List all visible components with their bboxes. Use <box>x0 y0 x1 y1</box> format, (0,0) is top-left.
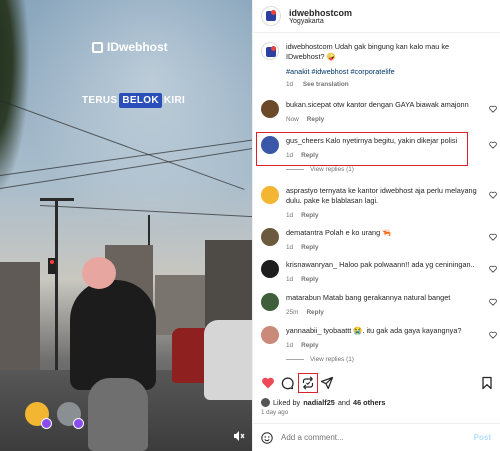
like-comment-icon[interactable] <box>489 331 497 339</box>
comment-age: 1d <box>286 244 294 251</box>
comment-avatar[interactable] <box>261 186 279 204</box>
comment-text: Polah e ko urang 🦐 <box>324 228 392 237</box>
comment-username[interactable]: gus_cheers <box>286 136 324 145</box>
comment-avatar[interactable] <box>261 326 279 344</box>
comment-text: tyobaattt 😭. itu gak ada gaya kayangnya? <box>323 326 462 335</box>
caption-avatar[interactable] <box>261 42 279 60</box>
reply-button[interactable]: Reply <box>301 244 318 251</box>
tagged-badge-icon <box>73 418 84 429</box>
view-replies-button[interactable]: View replies (1) <box>286 166 354 173</box>
like-comment-icon[interactable] <box>489 233 497 241</box>
liker-avatar[interactable] <box>261 398 270 407</box>
view-replies-button[interactable]: View replies (1) <box>286 356 354 363</box>
video-trees <box>0 0 30 200</box>
caption-username[interactable]: idwebhostcom <box>286 42 333 51</box>
like-comment-icon[interactable] <box>489 191 497 199</box>
comment-icon[interactable] <box>280 376 294 390</box>
post-location[interactable]: Yogyakarta <box>289 18 352 25</box>
comments-panel: idwebhostcom Yogyakarta idwebhostcom Uda… <box>252 0 500 451</box>
video-player[interactable]: IDwebhost TERUS BELOK KIRI <box>0 0 252 451</box>
brand-logo-icon <box>92 41 103 53</box>
reply-button[interactable]: Reply <box>307 116 324 123</box>
video-building <box>0 262 40 372</box>
comment-age: 1d <box>286 212 294 219</box>
reply-button[interactable]: Reply <box>301 212 318 219</box>
add-comment-bar: Add a comment... Post <box>253 423 500 451</box>
heart-icon[interactable] <box>261 376 275 390</box>
video-caption: TERUS BELOK KIRI <box>82 93 185 108</box>
reply-button[interactable]: Reply <box>306 309 323 316</box>
bookmark-icon[interactable] <box>480 376 494 390</box>
video-pole <box>55 200 58 380</box>
likes-prefix: Liked by <box>273 398 301 407</box>
caption-age: 1d <box>286 81 294 88</box>
action-bar <box>253 372 500 396</box>
post-button[interactable]: Post <box>474 433 491 442</box>
comment-avatar[interactable] <box>261 293 279 311</box>
comment-avatar[interactable] <box>261 100 279 118</box>
view-replies-label[interactable]: View replies (1) <box>310 356 354 363</box>
caption-post: KIRI <box>163 95 186 106</box>
caption-hashtags[interactable]: #anakit #idwebhost #corporatelife <box>286 67 480 77</box>
post-age: 1 day ago <box>261 409 289 416</box>
video-scooter <box>88 378 148 451</box>
share-icon[interactable] <box>320 376 334 390</box>
video-sky <box>0 0 252 260</box>
liker-username[interactable]: nadialf25 <box>303 398 335 407</box>
mute-icon[interactable] <box>233 430 245 442</box>
comment-input[interactable]: Add a comment... <box>281 433 344 442</box>
reply-button[interactable]: Reply <box>301 152 318 159</box>
likes-mid: and <box>337 398 351 407</box>
like-comment-icon[interactable] <box>489 265 497 273</box>
comment-username[interactable]: yannaabii_ <box>286 326 321 335</box>
comment-text: Haloo pak polwaann!! ada yg ceniningan.. <box>339 260 475 269</box>
likes-others[interactable]: 46 others <box>353 398 385 407</box>
video-building <box>155 275 205 335</box>
like-comment-icon[interactable] <box>489 298 497 306</box>
caption-highlight: BELOK <box>119 93 162 108</box>
reply-button[interactable]: Reply <box>301 342 318 349</box>
likes-summary: Liked by nadialf25 and 46 others <box>261 398 385 407</box>
video-pole <box>40 198 74 201</box>
view-replies-label[interactable]: View replies (1) <box>310 166 354 173</box>
comment-username[interactable]: asprastyo <box>286 186 318 195</box>
comment-age: Now <box>286 116 299 123</box>
comment-username[interactable]: matarabun <box>286 293 321 302</box>
comment-age: 1d <box>286 342 294 349</box>
comment-age: 1d <box>286 152 294 159</box>
traffic-light <box>48 258 56 274</box>
like-comment-icon[interactable] <box>489 141 497 149</box>
comment-text: Matab bang gerakannya natural banget <box>322 293 451 302</box>
reply-button[interactable]: Reply <box>301 276 318 283</box>
smile-icon[interactable] <box>261 432 273 444</box>
tagged-badge-icon <box>41 418 52 429</box>
video-car <box>204 320 252 400</box>
comment-avatar[interactable] <box>261 228 279 246</box>
comment-username[interactable]: dematantra <box>286 228 323 237</box>
comment-avatar[interactable] <box>261 136 279 154</box>
video-helmet <box>82 257 116 289</box>
replies-line <box>286 169 304 170</box>
video-building <box>205 240 252 330</box>
comment-text: otw kantor dengan GAYA biawak amajonn <box>333 100 469 109</box>
comment-text: Kalo nyetirnya begitu, yakin dikejar pol… <box>325 136 458 145</box>
tagged-user-avatar[interactable] <box>25 402 52 429</box>
comment-username[interactable]: bukan.sicepat <box>286 100 331 109</box>
profile-avatar[interactable] <box>261 6 281 26</box>
comment-age: 1d <box>286 276 294 283</box>
video-watermark: IDwebhost <box>92 40 168 54</box>
comment-avatar[interactable] <box>261 260 279 278</box>
see-translation-link[interactable]: See translation <box>303 81 349 88</box>
post-username[interactable]: idwebhostcom <box>289 8 352 18</box>
replies-line <box>286 359 304 360</box>
repost-icon[interactable] <box>301 376 315 390</box>
video-rider <box>70 280 156 390</box>
tagged-user-avatar[interactable] <box>57 402 84 429</box>
post-header: idwebhostcom Yogyakarta <box>253 0 500 33</box>
comment-age: 25m <box>286 309 299 316</box>
like-comment-icon[interactable] <box>489 105 497 113</box>
caption-pre: TERUS <box>82 95 118 106</box>
comment-username[interactable]: krisnawanryan_ <box>286 260 337 269</box>
brand-text: IDwebhost <box>107 40 168 54</box>
